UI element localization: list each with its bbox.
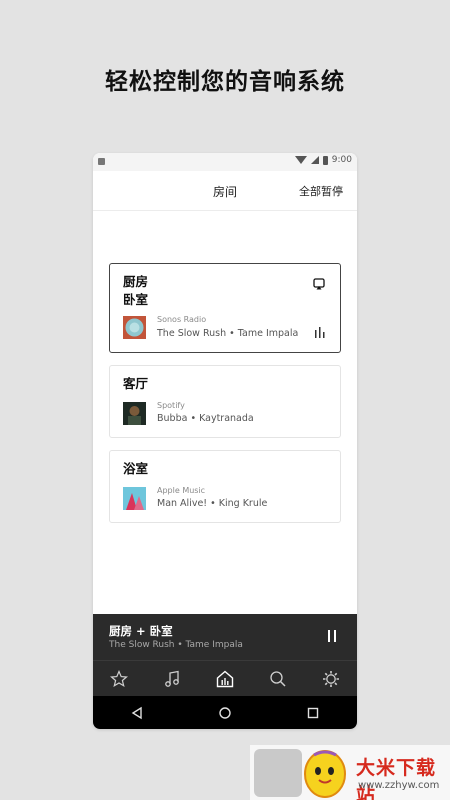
now-playing-bar[interactable]: 厨房 + 卧室 The Slow Rush • Tame Impala bbox=[93, 614, 357, 660]
app-header: 房间 全部暂停 bbox=[93, 171, 357, 211]
tab-music[interactable] bbox=[157, 664, 187, 694]
tab-rooms[interactable] bbox=[210, 664, 240, 694]
room-name-line: 厨房 bbox=[123, 274, 149, 289]
battery-icon bbox=[322, 155, 328, 165]
wifi-icon bbox=[294, 156, 307, 164]
room-card-bathroom[interactable]: 浴室 Apple Music Man Alive! • King Krule bbox=[109, 450, 341, 523]
pause-button[interactable] bbox=[327, 630, 337, 643]
system-nav-bar bbox=[93, 696, 357, 729]
album-art-icon bbox=[123, 316, 146, 339]
watermark-name: 大米下载站 bbox=[356, 757, 437, 800]
watermark-logo: 大米下载站 www.zzhyw.com bbox=[250, 745, 450, 800]
room-name-line: 客厅 bbox=[123, 376, 149, 391]
gear-icon bbox=[322, 670, 339, 687]
airplay-icon[interactable] bbox=[313, 278, 325, 290]
album-art-icon bbox=[123, 487, 146, 510]
signal-icon bbox=[310, 156, 319, 164]
mascot-icon bbox=[304, 750, 346, 798]
room-name: 客厅 bbox=[123, 375, 148, 393]
status-bar: 9:00 bbox=[93, 153, 357, 171]
back-button[interactable] bbox=[122, 698, 152, 728]
tab-search[interactable] bbox=[263, 664, 293, 694]
now-playing-title: 厨房 + 卧室 bbox=[109, 624, 173, 638]
status-icons: 9:00 bbox=[294, 155, 352, 165]
watermark-g-logo-icon bbox=[254, 749, 302, 797]
notification-icon bbox=[98, 158, 105, 165]
watermark-url: www.zzhyw.com bbox=[358, 780, 440, 791]
phone-screen: 9:00 房间 全部暂停 厨房 卧室 Sonos Radio The Slow … bbox=[93, 153, 357, 729]
pause-all-button[interactable]: 全部暂停 bbox=[299, 183, 343, 199]
recents-icon bbox=[307, 707, 319, 718]
album-art-icon bbox=[123, 402, 146, 425]
room-name-line: 浴室 bbox=[123, 461, 149, 476]
room-track: Man Alive! • King Krule bbox=[157, 498, 268, 509]
page-headline: 轻松控制您的音响系统 bbox=[105, 69, 345, 95]
tab-settings[interactable] bbox=[316, 664, 346, 694]
room-source: Apple Music bbox=[157, 486, 206, 495]
room-source: Spotify bbox=[157, 401, 185, 410]
recents-button[interactable] bbox=[298, 698, 328, 728]
equalizer-icon bbox=[315, 327, 325, 338]
back-icon bbox=[131, 706, 142, 719]
room-card-living-room[interactable]: 客厅 Spotify Bubba • Kaytranada bbox=[109, 365, 341, 438]
star-icon bbox=[110, 669, 129, 687]
room-card-kitchen-bedroom[interactable]: 厨房 卧室 Sonos Radio The Slow Rush • Tame I… bbox=[109, 263, 341, 353]
search-icon bbox=[270, 670, 286, 687]
room-track: The Slow Rush • Tame Impala bbox=[157, 328, 299, 339]
home-icon bbox=[216, 670, 234, 687]
room-name-line: 卧室 bbox=[123, 292, 149, 307]
room-name: 厨房 卧室 bbox=[123, 273, 148, 309]
tab-favorites[interactable] bbox=[104, 664, 134, 694]
now-playing-subtitle: The Slow Rush • Tame Impala bbox=[109, 640, 243, 650]
home-circle-icon bbox=[219, 706, 231, 719]
tab-bar bbox=[93, 660, 357, 696]
status-time: 9:00 bbox=[331, 155, 352, 165]
home-button[interactable] bbox=[210, 698, 240, 728]
room-track: Bubba • Kaytranada bbox=[157, 413, 254, 424]
room-name: 浴室 bbox=[123, 460, 148, 478]
room-source: Sonos Radio bbox=[157, 315, 207, 324]
music-note-icon bbox=[165, 670, 180, 687]
